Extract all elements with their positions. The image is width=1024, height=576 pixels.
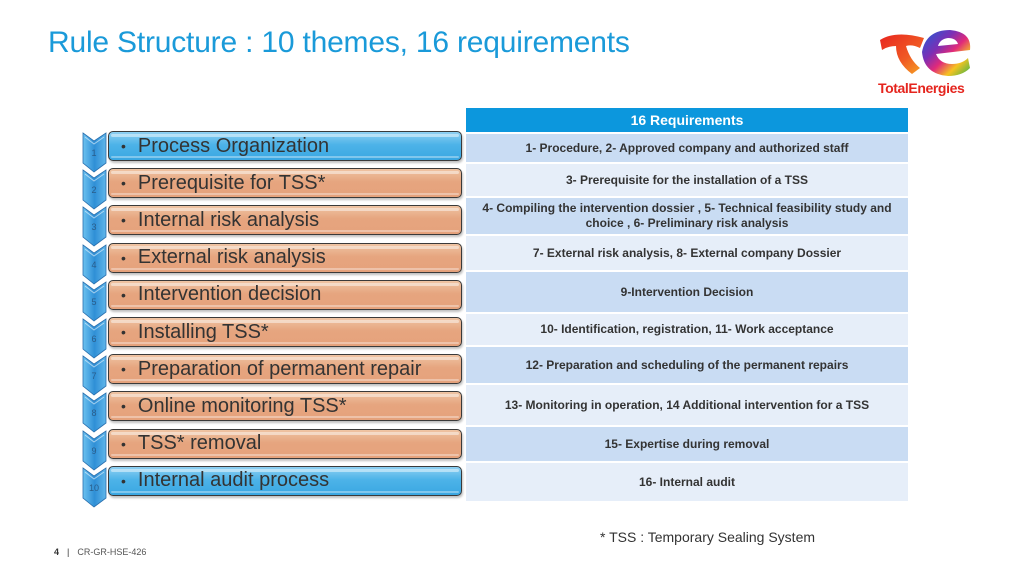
- theme-label: TSS* removal: [137, 432, 262, 455]
- requirement-row: 7- External risk analysis, 8- External c…: [466, 236, 908, 272]
- theme-label: Internal risk analysis: [137, 208, 320, 231]
- requirements-rows: 1- Procedure, 2- Approved company and au…: [466, 134, 908, 503]
- bullet-icon: •: [121, 249, 126, 266]
- logo-text: TotalEnergies: [878, 80, 965, 96]
- theme-item: 3 • Internal risk analysis: [82, 205, 464, 247]
- bullet-icon: •: [121, 138, 126, 154]
- theme-item: 4 • External risk analysis: [82, 242, 464, 285]
- requirement-row: 1- Procedure, 2- Approved company and au…: [466, 134, 908, 164]
- theme-label: Process Organization: [137, 134, 330, 157]
- theme-number: 5: [91, 296, 97, 307]
- theme-number: 10: [88, 482, 99, 493]
- bullet-icon: •: [121, 361, 126, 378]
- bullet-icon: •: [121, 175, 126, 192]
- theme-number: 2: [91, 185, 97, 196]
- theme-number: 1: [91, 148, 97, 158]
- theme-item: 7 • Preparation of permanent repair: [82, 354, 464, 396]
- slide-title: Rule Structure : 10 themes, 16 requireme…: [48, 26, 630, 59]
- theme-item: 6 • Installing TSS*: [82, 317, 464, 359]
- theme-number: 3: [91, 222, 97, 233]
- theme-item: 1 • Process Organization: [82, 131, 464, 173]
- theme-box: • Internal risk analysis: [108, 205, 462, 236]
- bullet-icon: •: [121, 212, 126, 229]
- theme-label: Installing TSS*: [137, 320, 269, 343]
- theme-label: External risk analysis: [137, 246, 326, 269]
- totalenergies-logo: TotalEnergies: [874, 24, 978, 100]
- requirement-row: 13- Monitoring in operation, 14 Addition…: [466, 385, 908, 427]
- page-number: 4: [54, 547, 60, 557]
- requirement-row: 16- Internal audit: [466, 463, 908, 503]
- theme-label: Prerequisite for TSS*: [137, 171, 326, 194]
- requirement-row: 10- Identification, registration, 11- Wo…: [466, 314, 908, 347]
- requirements-header: 16 Requirements: [466, 108, 908, 134]
- requirement-row: 12- Preparation and scheduling of the pe…: [466, 347, 908, 385]
- bullet-icon: •: [121, 324, 126, 340]
- requirements-table: 16 Requirements 1- Procedure, 2- Approve…: [466, 108, 908, 503]
- slide-footer: 4 | CR-GR-HSE-426: [54, 547, 146, 557]
- theme-item: 5 • Intervention decision: [82, 279, 464, 322]
- theme-box: • Process Organization: [108, 131, 462, 161]
- theme-box: • External risk analysis: [108, 242, 462, 273]
- totalenergies-logo-icon: [880, 30, 971, 76]
- theme-number: 7: [91, 371, 97, 382]
- requirement-row: 3- Prerequisite for the installation of …: [466, 164, 908, 198]
- theme-number: 8: [91, 408, 97, 419]
- bullet-icon: •: [121, 398, 126, 415]
- requirement-row: 9-Intervention Decision: [466, 272, 908, 314]
- theme-label: Online monitoring TSS*: [137, 394, 347, 417]
- theme-label: Intervention decision: [137, 283, 322, 306]
- bullet-icon: •: [121, 286, 126, 303]
- theme-item: 10 • Internal audit process: [82, 465, 464, 508]
- bullet-icon: •: [121, 472, 126, 489]
- theme-item: 2 • Prerequisite for TSS*: [82, 168, 464, 210]
- document-reference: CR-GR-HSE-426: [77, 547, 147, 557]
- theme-item: 8 • Online monitoring TSS*: [82, 391, 464, 433]
- theme-number: 6: [91, 334, 97, 344]
- theme-number: 4: [91, 259, 97, 270]
- theme-box: • TSS* removal: [108, 428, 462, 459]
- footer-separator: |: [67, 547, 70, 557]
- theme-box: • Online monitoring TSS*: [108, 391, 462, 422]
- requirement-row: 4- Compiling the intervention dossier , …: [466, 198, 908, 236]
- theme-box: • Installing TSS*: [108, 317, 462, 347]
- theme-box: • Intervention decision: [108, 279, 462, 310]
- requirement-row: 15- Expertise during removal: [466, 427, 908, 463]
- theme-label: Preparation of permanent repair: [137, 357, 422, 380]
- theme-number: 9: [91, 445, 97, 456]
- tss-footnote: * TSS : Temporary Sealing System: [600, 529, 816, 545]
- theme-box: • Prerequisite for TSS*: [108, 168, 462, 199]
- theme-box: • Internal audit process: [108, 465, 462, 496]
- bullet-icon: •: [121, 435, 126, 452]
- theme-box: • Preparation of permanent repair: [108, 354, 462, 385]
- theme-item: 9 • TSS* removal: [82, 428, 464, 471]
- theme-label: Internal audit process: [137, 469, 330, 492]
